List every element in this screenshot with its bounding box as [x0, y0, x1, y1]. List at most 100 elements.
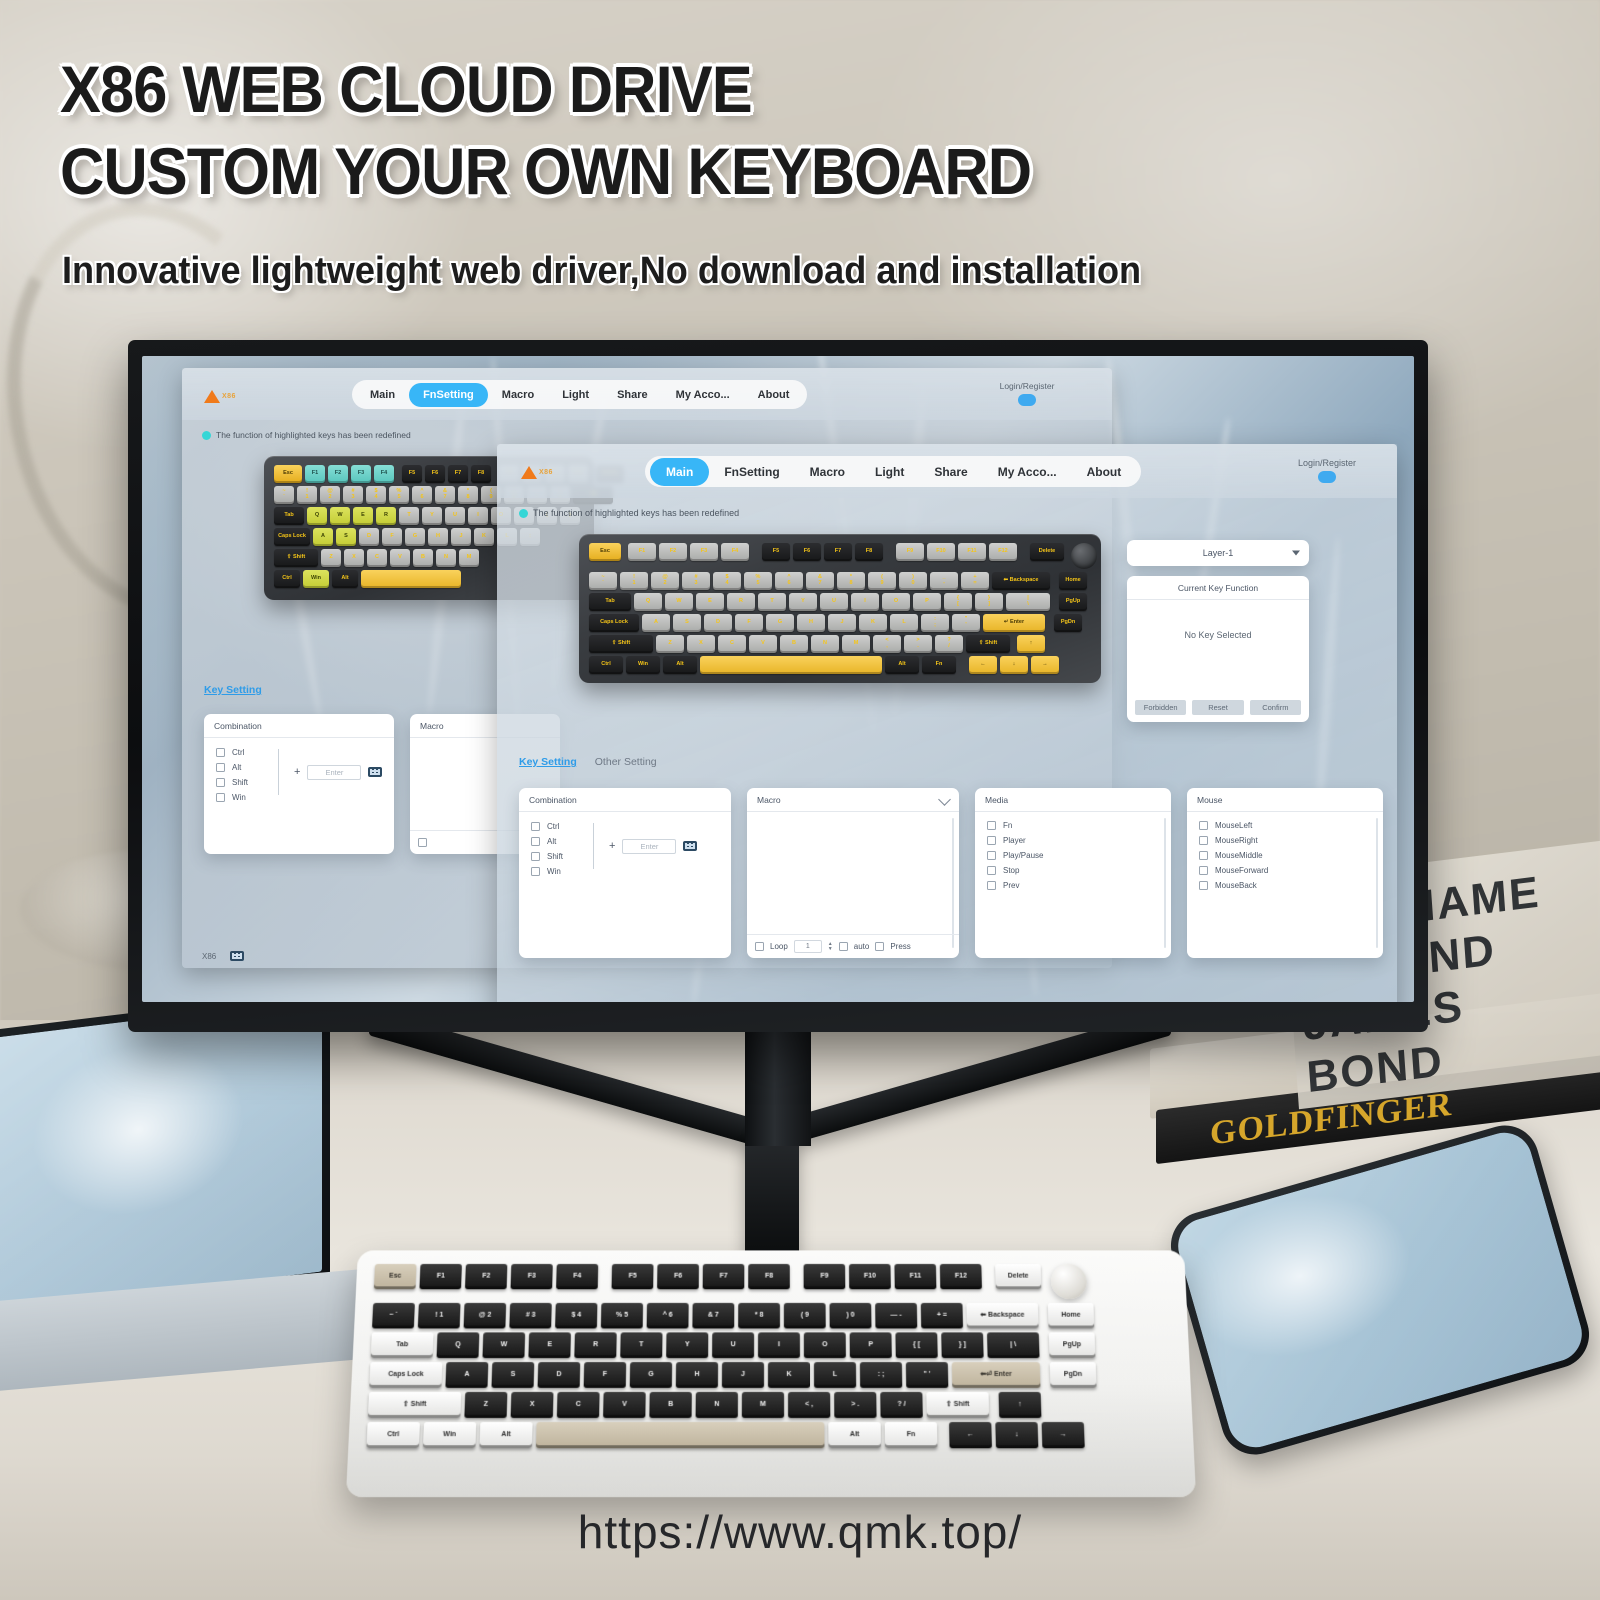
- checkbox-mouseleft[interactable]: [1199, 821, 1208, 830]
- key-f7[interactable]: F7: [448, 465, 468, 483]
- key-1[interactable]: ! 1: [620, 572, 648, 590]
- nav-item-main[interactable]: Main: [650, 457, 710, 486]
- subtab-key-setting[interactable]: Key Setting: [204, 684, 262, 696]
- key-c[interactable]: C: [367, 549, 387, 567]
- nav-item-main[interactable]: Main: [356, 383, 409, 407]
- checkbox-row-play-pause[interactable]: Play/Pause: [987, 851, 1171, 860]
- loop-count-stepper[interactable]: 1: [793, 940, 822, 953]
- key-f5[interactable]: F5: [762, 543, 790, 561]
- checkbox-prev[interactable]: [987, 881, 996, 890]
- key-4[interactable]: $4: [713, 572, 741, 590]
- checkbox-row-alt[interactable]: Alt: [531, 837, 593, 846]
- key-lctrl[interactable]: Ctrl: [589, 656, 623, 674]
- key-e[interactable]: E: [696, 593, 724, 611]
- checkbox-mouseback[interactable]: [1199, 881, 1208, 890]
- checkbox-row-win[interactable]: Win: [216, 793, 278, 802]
- key-c[interactable]: C: [718, 635, 746, 653]
- key-lbracket[interactable]: {[: [944, 593, 972, 611]
- key-h[interactable]: H: [797, 614, 825, 632]
- key-x[interactable]: X: [344, 549, 364, 567]
- key-y[interactable]: Y: [422, 507, 442, 525]
- key-f1[interactable]: F1: [628, 543, 656, 561]
- key-f9[interactable]: F9: [896, 543, 924, 561]
- key-slash[interactable]: ? /: [935, 635, 963, 653]
- key-p[interactable]: P: [913, 593, 941, 611]
- key-m[interactable]: M: [842, 635, 870, 653]
- layer-select[interactable]: Layer-1: [1127, 540, 1309, 566]
- key-3[interactable]: #3: [343, 486, 363, 504]
- key-s[interactable]: S: [673, 614, 701, 632]
- key-q[interactable]: Q: [307, 507, 327, 525]
- stepper-arrows-icon[interactable]: ▲ ▼: [828, 941, 833, 952]
- key-0[interactable]: )0: [899, 572, 927, 590]
- nav-item-about[interactable]: About: [744, 383, 804, 407]
- combination-key-input[interactable]: Enter: [307, 764, 362, 780]
- key-f2[interactable]: F2: [659, 543, 687, 561]
- nav-item-share[interactable]: Share: [919, 458, 982, 486]
- key-home[interactable]: Home: [1059, 572, 1087, 590]
- key-e[interactable]: E: [353, 507, 373, 525]
- subtabs-background[interactable]: Key Setting: [204, 684, 262, 696]
- key-rbracket[interactable]: }]: [975, 593, 1003, 611]
- checkbox-mouseforward[interactable]: [1199, 866, 1208, 875]
- key-n[interactable]: N: [436, 549, 456, 567]
- key-u[interactable]: U: [445, 507, 465, 525]
- key-backslash[interactable]: | \: [1006, 593, 1050, 611]
- checkbox-loop[interactable]: [755, 942, 764, 951]
- checkbox-loop[interactable]: [418, 838, 427, 847]
- key-lshift[interactable]: ⇧ Shift: [274, 549, 318, 567]
- key-capslock[interactable]: Caps Lock: [589, 614, 639, 632]
- checkbox-row-win[interactable]: Win: [531, 867, 593, 876]
- key-lshift[interactable]: ⇧ Shift: [589, 635, 653, 653]
- key-t[interactable]: T: [399, 507, 419, 525]
- combination-key-input[interactable]: Enter: [622, 838, 677, 854]
- checkbox-ctrl[interactable]: [531, 822, 540, 831]
- key-m[interactable]: M: [459, 549, 479, 567]
- key-r[interactable]: R: [376, 507, 396, 525]
- subtab-other-setting[interactable]: Other Setting: [595, 756, 657, 768]
- key-win[interactable]: Win: [303, 570, 329, 588]
- key-rshift[interactable]: ⇧ Shift: [966, 635, 1010, 653]
- key-tilde[interactable]: ~ `: [589, 572, 617, 590]
- checkbox-row-mouseleft[interactable]: MouseLeft: [1199, 821, 1383, 830]
- key-w[interactable]: W: [330, 507, 350, 525]
- key-o[interactable]: O: [882, 593, 910, 611]
- key-f11[interactable]: F11: [958, 543, 986, 561]
- key-capslock[interactable]: Caps Lock: [274, 528, 310, 546]
- key-6[interactable]: ^ 6: [412, 486, 432, 504]
- key-lctrl[interactable]: Ctrl: [274, 570, 300, 588]
- nav-item-my-account[interactable]: My Acco...: [662, 383, 744, 407]
- keyboard-widget-main[interactable]: Esc F1 F2 F3 F4 F5 F6 F7 F8 F9 F10 F11 F…: [579, 534, 1101, 683]
- key-f12[interactable]: F12: [989, 543, 1017, 561]
- key-a[interactable]: A: [313, 528, 333, 546]
- key-semicolon[interactable]: :;: [921, 614, 949, 632]
- key-ralt[interactable]: Alt: [885, 656, 919, 674]
- key-l[interactable]: L: [890, 614, 918, 632]
- key-z[interactable]: Z: [321, 549, 341, 567]
- key-f2[interactable]: F2: [328, 465, 348, 483]
- key-v[interactable]: V: [390, 549, 410, 567]
- login-register-main[interactable]: Login/Register: [1277, 458, 1377, 483]
- checkbox-press[interactable]: [875, 942, 885, 951]
- nav-item-macro[interactable]: Macro: [795, 458, 860, 486]
- key-f10[interactable]: F10: [927, 543, 955, 561]
- key-minus[interactable]: _-: [930, 572, 958, 590]
- key-6[interactable]: ^ 6: [775, 572, 803, 590]
- device-keyboard-icon[interactable]: [230, 951, 245, 961]
- key-f[interactable]: F: [735, 614, 763, 632]
- checkbox-row-alt[interactable]: Alt: [216, 763, 278, 772]
- checkbox-row-fn[interactable]: Fn: [987, 821, 1171, 830]
- checkbox-row-stop[interactable]: Stop: [987, 866, 1171, 875]
- key-esc[interactable]: Esc: [589, 543, 621, 561]
- macro-scrollbar[interactable]: [952, 818, 954, 948]
- checkbox-row-ctrl[interactable]: Ctrl: [531, 822, 593, 831]
- key-j[interactable]: J: [828, 614, 856, 632]
- nav-item-share[interactable]: Share: [603, 383, 662, 407]
- key-f1[interactable]: F1: [305, 465, 325, 483]
- key-1[interactable]: ! 1: [297, 486, 317, 504]
- key-space[interactable]: [700, 656, 882, 674]
- key-j[interactable]: J: [451, 528, 471, 546]
- nav-item-light[interactable]: Light: [860, 458, 919, 486]
- key-esc[interactable]: Esc: [274, 465, 302, 483]
- key-r[interactable]: R: [727, 593, 755, 611]
